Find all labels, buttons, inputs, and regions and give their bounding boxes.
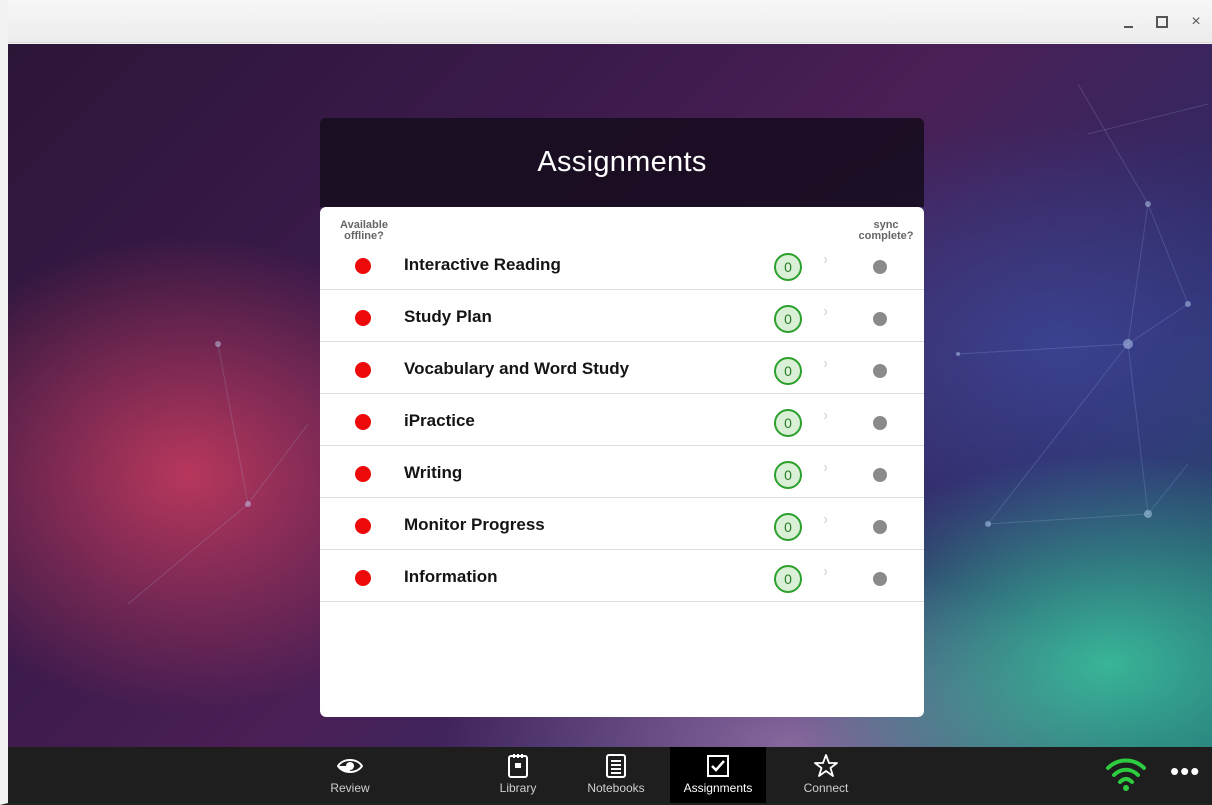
tab-label: Library <box>499 781 537 795</box>
tab-label: Notebooks <box>587 781 645 795</box>
list-item-label: Writing <box>404 463 463 482</box>
sync-status-indicator <box>873 260 887 274</box>
window-controls: × <box>1120 12 1204 32</box>
tab-connect[interactable]: Connect <box>778 747 874 803</box>
tab-label: Review <box>330 781 370 795</box>
checkbox-icon <box>706 751 730 781</box>
count-badge: 0 <box>774 357 802 385</box>
title-bar: × <box>8 0 1212 43</box>
tab-library[interactable]: Library <box>470 747 566 803</box>
offline-status-indicator <box>355 466 371 482</box>
notebook-icon <box>605 751 627 781</box>
sync-status-indicator <box>873 364 887 378</box>
list-item-information[interactable]: Information 0 › <box>320 550 924 602</box>
background-stage: Assignments Available offline? sync comp… <box>8 44 1212 747</box>
count-badge: 0 <box>774 305 802 333</box>
count-badge: 0 <box>774 253 802 281</box>
list-item-label: Study Plan <box>404 307 492 326</box>
chevron-right-icon: › <box>823 459 828 476</box>
offline-status-indicator <box>355 570 371 586</box>
tab-review[interactable]: Review <box>302 747 398 803</box>
sync-status-indicator <box>873 416 887 430</box>
list-item-ipractice[interactable]: iPractice 0 › <box>320 394 924 446</box>
chevron-right-icon: › <box>823 563 828 580</box>
tab-assignments[interactable]: Assignments <box>670 747 766 803</box>
chevron-right-icon: › <box>823 407 828 424</box>
offline-status-indicator <box>355 362 371 378</box>
list-item-label: iPractice <box>404 411 475 430</box>
list-item-writing[interactable]: Writing 0 › <box>320 446 924 498</box>
eye-icon <box>337 751 363 781</box>
chevron-right-icon: › <box>823 355 828 372</box>
close-button[interactable]: × <box>1188 12 1204 32</box>
offline-status-indicator <box>355 310 371 326</box>
list-item-label: Monitor Progress <box>404 515 545 534</box>
list-item-study-plan[interactable]: Study Plan 0 › <box>320 290 924 342</box>
tab-label: Assignments <box>683 781 753 795</box>
maximize-button[interactable] <box>1154 12 1170 32</box>
list-item-monitor-progress[interactable]: Monitor Progress 0 › <box>320 498 924 550</box>
chevron-right-icon: › <box>823 303 828 320</box>
list-item-label: Information <box>404 567 498 586</box>
assignments-panel: Assignments Available offline? sync comp… <box>320 118 924 717</box>
assignments-list-container: Available offline? sync complete? Intera… <box>320 207 924 717</box>
sync-status-indicator <box>873 468 887 482</box>
star-icon <box>813 751 839 781</box>
wifi-icon[interactable] <box>1104 754 1148 794</box>
more-options-button[interactable]: ••• <box>1170 758 1200 784</box>
app-window: × Assignments Available offline? sync co… <box>0 0 1212 805</box>
sync-status-indicator <box>873 572 887 586</box>
assignments-list: Interactive Reading 0 › Study Plan 0 › V… <box>320 238 924 602</box>
list-item-interactive-reading[interactable]: Interactive Reading 0 › <box>320 238 924 290</box>
chevron-right-icon: › <box>823 251 828 268</box>
list-item-label: Vocabulary and Word Study <box>404 359 630 378</box>
library-book-icon <box>507 751 529 781</box>
bottom-nav-bar: Review Library Notebooks Assignments Con… <box>8 747 1212 803</box>
sync-status-indicator <box>873 520 887 534</box>
tab-notebooks[interactable]: Notebooks <box>568 747 664 803</box>
count-badge: 0 <box>774 513 802 541</box>
offline-status-indicator <box>355 414 371 430</box>
list-item-vocabulary[interactable]: Vocabulary and Word Study 0 › <box>320 342 924 394</box>
tab-label: Connect <box>803 781 849 795</box>
count-badge: 0 <box>774 565 802 593</box>
count-badge: 0 <box>774 409 802 437</box>
panel-header: Assignments <box>320 118 924 207</box>
page-title: Assignments <box>537 146 707 178</box>
minimize-button[interactable] <box>1120 12 1136 32</box>
offline-status-indicator <box>355 518 371 534</box>
chevron-right-icon: › <box>823 511 828 528</box>
offline-status-indicator <box>355 258 371 274</box>
count-badge: 0 <box>774 461 802 489</box>
sync-status-indicator <box>873 312 887 326</box>
list-item-label: Interactive Reading <box>404 255 561 274</box>
